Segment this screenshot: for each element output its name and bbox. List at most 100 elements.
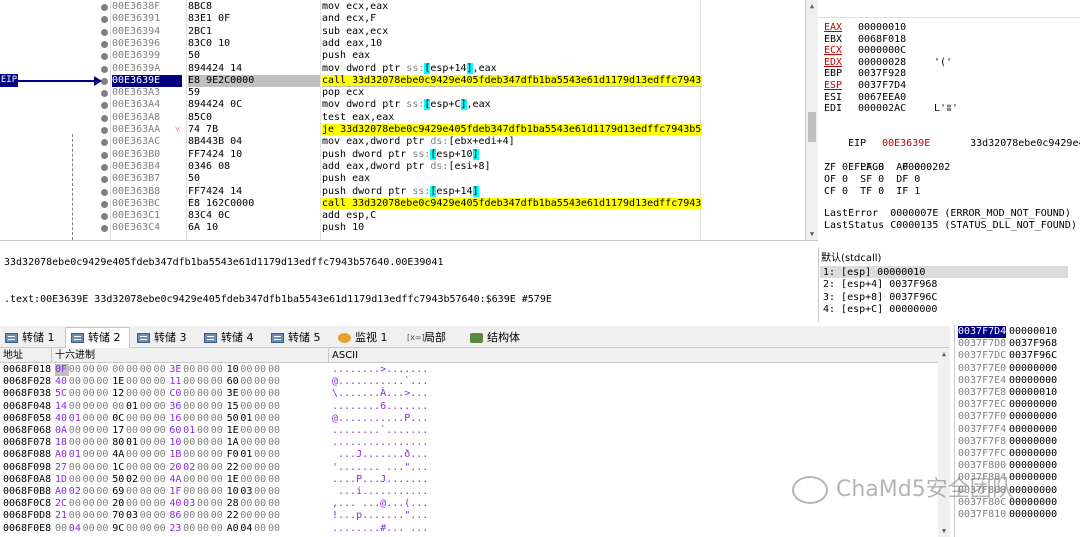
dump-byte[interactable]: 01 (69, 449, 83, 461)
dump-byte[interactable]: 1D (55, 474, 69, 486)
dump-byte[interactable]: 01 (183, 425, 197, 437)
dump-byte[interactable]: 11 (169, 376, 183, 388)
dump-byte[interactable]: 00 (211, 474, 225, 486)
dump-byte[interactable]: 00 (211, 437, 225, 449)
dump-byte[interactable]: 00 (197, 388, 211, 400)
dump-byte[interactable]: 00 (183, 486, 197, 498)
dump-byte[interactable]: 00 (154, 449, 168, 461)
dump-row[interactable]: 0068F068 0A 00 00 00 17 00 00 00 60 01 00 00 1E 00 00 00… (0, 425, 938, 437)
dump-byte[interactable]: 22 (227, 510, 241, 522)
dump-byte[interactable]: 00 (197, 413, 211, 425)
dump-byte[interactable]: 00 (268, 462, 282, 474)
dump-byte[interactable]: 00 (69, 388, 83, 400)
call-arg-row[interactable]: 3: [esp+8] 0037F96C (823, 292, 937, 304)
dump-byte[interactable]: 70 (112, 510, 126, 522)
breakpoint-dot-icon[interactable] (101, 65, 108, 73)
dump-byte[interactable]: 86 (169, 510, 183, 522)
dump-byte[interactable]: 00 (211, 486, 225, 498)
dump-byte[interactable]: 00 (240, 364, 254, 376)
dump-byte[interactable]: 00 (240, 388, 254, 400)
breakpoint-dot-icon[interactable] (101, 114, 108, 122)
dump-byte[interactable]: 00 (154, 388, 168, 400)
call-arg-row[interactable]: 4: [esp+C] 00000000 (823, 304, 937, 316)
dump-byte[interactable]: 00 (183, 376, 197, 388)
dump-byte[interactable]: 0C (112, 413, 126, 425)
dump-byte[interactable]: 00 (96, 437, 110, 449)
dump-byte[interactable]: C0 (169, 388, 183, 400)
dump-byte[interactable]: 00 (254, 510, 268, 522)
dump-byte[interactable]: 00 (154, 474, 168, 486)
dump-byte[interactable]: 00 (69, 437, 83, 449)
breakpoint-dot-icon[interactable] (101, 4, 108, 11)
dump-byte[interactable]: 00 (140, 474, 154, 486)
disassembly-view[interactable]: 00E3638F 8BC8 mov ecx,eax 00E36391 83E1 0F an… (0, 0, 806, 240)
dump-byte[interactable]: 01 (240, 413, 254, 425)
dump-byte[interactable]: A0 (55, 449, 69, 461)
dump-byte[interactable]: 00 (96, 376, 110, 388)
dump-byte[interactable]: 00 (183, 449, 197, 461)
dump-byte[interactable]: 00 (268, 498, 282, 510)
register-row[interactable]: EBX 0068F018 (824, 34, 934, 46)
dump-byte[interactable]: 00 (254, 449, 268, 461)
breakpoint-dot-icon[interactable] (101, 213, 108, 221)
dump-byte[interactable]: 00 (83, 474, 97, 486)
disasm-row[interactable]: 00E363B4 0346 08 add eax,dword ptr ds:[esi… (0, 161, 805, 173)
dump-byte[interactable]: 00 (140, 510, 154, 522)
dump-byte[interactable]: 00 (83, 486, 97, 498)
dump-byte[interactable]: 20 (112, 498, 126, 510)
dump-byte[interactable]: 10 (227, 364, 241, 376)
breakpoint-dot-icon[interactable] (101, 102, 108, 110)
eflags-row[interactable]: EFLAGS 00000202 (824, 150, 950, 173)
dump-byte[interactable]: 00 (96, 486, 110, 498)
dump-byte[interactable]: 00 (197, 462, 211, 474)
stack-row[interactable]: 0037F7D4 00000010 (955, 326, 1080, 338)
dump-byte[interactable]: 02 (183, 462, 197, 474)
dump-byte[interactable]: 00 (83, 498, 97, 510)
dump-byte[interactable]: 00 (96, 474, 110, 486)
dump-byte[interactable]: 00 (183, 510, 197, 522)
tab-2[interactable]: 转储 2 (65, 327, 130, 348)
dump-byte[interactable]: 00 (197, 376, 211, 388)
dump-byte[interactable]: 00 (83, 523, 97, 535)
dump-byte[interactable]: 60 (169, 425, 183, 437)
stack-row[interactable]: 0037F7F0 00000000 (955, 411, 1080, 423)
breakpoint-dot-icon[interactable] (101, 176, 108, 184)
call-arg-row[interactable]: 1: [esp] 00000010 (823, 267, 925, 279)
breakpoint-dot-icon[interactable] (101, 139, 108, 147)
dump-byte[interactable]: 1F (169, 486, 183, 498)
dump-byte[interactable]: 00 (126, 449, 140, 461)
dump-byte[interactable]: 40 (55, 413, 69, 425)
dump-byte[interactable]: 01 (126, 401, 140, 413)
dump-byte[interactable]: 00 (83, 425, 97, 437)
dump-byte[interactable]: 00 (96, 523, 110, 535)
scroll-down-icon[interactable]: ▼ (938, 525, 950, 537)
dump-byte[interactable]: 00 (140, 388, 154, 400)
dump-byte[interactable]: 15 (227, 401, 241, 413)
disasm-row[interactable]: 00E363C1 83C4 0C add esp,C (0, 210, 805, 222)
dump-byte[interactable]: 36 (169, 401, 183, 413)
scroll-up-icon[interactable]: ▲ (938, 348, 950, 360)
tab-8[interactable]: 结构体 (465, 328, 531, 347)
dump-byte[interactable]: 00 (154, 376, 168, 388)
dump-byte[interactable]: 01 (69, 413, 83, 425)
dump-byte[interactable]: 00 (83, 401, 97, 413)
dump-byte[interactable]: 00 (197, 474, 211, 486)
dump-byte[interactable]: 00 (69, 401, 83, 413)
dump-byte[interactable]: 00 (83, 510, 97, 522)
stack-row[interactable]: 0037F7D8 0037F968 (955, 338, 1080, 350)
dump-byte[interactable]: 00 (140, 486, 154, 498)
registers-panel[interactable]: EAX 00000010 EBX 0068F018 ECX 0000000C EDX 0000… (818, 18, 1080, 240)
dump-byte[interactable]: 00 (197, 498, 211, 510)
dump-byte[interactable]: 00 (183, 401, 197, 413)
dump-byte[interactable]: 00 (154, 364, 168, 376)
stack-row[interactable]: 0037F7F8 00000000 (955, 436, 1080, 448)
dump-byte[interactable]: 00 (140, 413, 154, 425)
dump-byte[interactable]: 00 (254, 437, 268, 449)
disasm-row[interactable]: 00E363C4 6A 10 push 10 (0, 222, 805, 234)
dump-row[interactable]: 0068F0D8 21 00 00 00 70 03 00 00 86 00 00 00 22 00 00 00… (0, 510, 938, 522)
dump-byte[interactable]: 00 (211, 510, 225, 522)
dump-byte[interactable]: 00 (96, 413, 110, 425)
disasm-row[interactable]: 00E3639A 894424 14 mov dword ptr ss:[esp+1… (0, 62, 805, 75)
dump-byte[interactable]: 12 (112, 388, 126, 400)
dump-byte[interactable]: 4A (169, 474, 183, 486)
